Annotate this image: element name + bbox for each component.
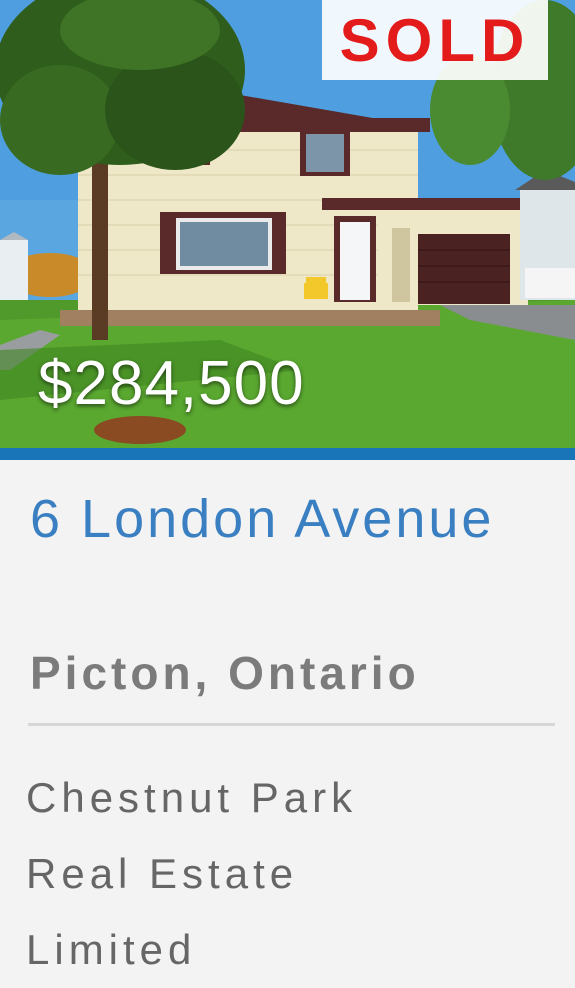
brokerage-name: Chestnut Park Real Estate Limited <box>26 760 357 988</box>
listing-card[interactable]: SOLD $284,500 6 London Avenue Picton, On… <box>0 0 575 976</box>
brokerage-line: Real Estate <box>26 850 299 897</box>
listing-address[interactable]: 6 London Avenue <box>30 488 494 550</box>
section-divider <box>28 723 555 726</box>
sold-badge: SOLD <box>322 0 548 80</box>
brokerage-line: Limited <box>26 926 197 973</box>
listing-city: Picton, Ontario <box>30 647 420 699</box>
brokerage-line: Chestnut Park <box>26 774 358 821</box>
accent-divider <box>0 448 575 460</box>
listing-price: $284,500 <box>38 349 305 418</box>
